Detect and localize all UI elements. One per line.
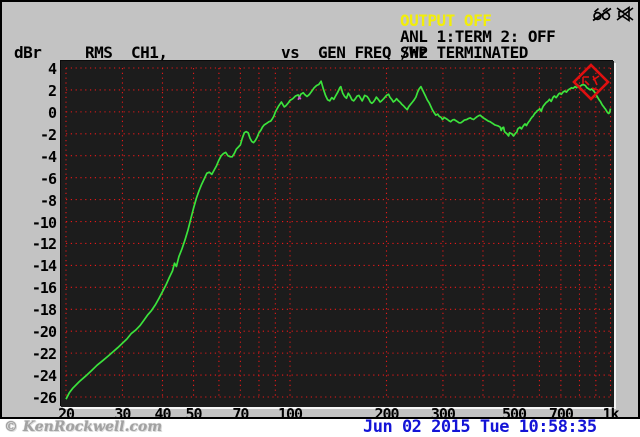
response-plot-svg — [61, 61, 614, 407]
vs-label: vs — [281, 45, 299, 60]
y-tick-label: -26 — [2, 391, 56, 406]
muted-headphones-icon — [592, 6, 612, 22]
trace-ch1 — [66, 81, 611, 399]
y-tick-label: 0 — [2, 106, 56, 121]
y-tick-label: -4 — [2, 150, 56, 165]
y-tick-label: -14 — [2, 259, 56, 274]
instrument-panel: OUTPUT OFF ANL 1:TERM 2: OFF SWP TERMINA… — [0, 0, 640, 419]
y-tick-label: -16 — [2, 281, 56, 296]
watermark: © KenRockwell.com — [4, 419, 162, 435]
y-tick-label: -10 — [2, 216, 56, 231]
muted-speaker-icon — [615, 6, 635, 22]
unit-label: dBr — [14, 45, 41, 60]
y-tick-label: -22 — [2, 347, 56, 362]
analyzer-status: ANL 1:TERM 2: OFF — [400, 29, 555, 44]
detector-label: RMS — [85, 45, 112, 60]
response-plot — [61, 61, 614, 407]
y-tick-label: -6 — [2, 172, 56, 187]
xaxis-title: GEN FREQ /Hz — [318, 45, 428, 60]
y-tick-label: -8 — [2, 194, 56, 209]
y-tick-label: -20 — [2, 325, 56, 340]
y-tick-label: 4 — [2, 62, 56, 77]
footer-band: © KenRockwell.com Jun 02 2015 Tue 10:58:… — [0, 419, 640, 436]
y-tick-label: -12 — [2, 237, 56, 252]
y-tick-label: -18 — [2, 303, 56, 318]
datetime: Jun 02 2015 Tue 10:58:35 — [363, 419, 597, 436]
channel-label: CH1, — [131, 45, 168, 60]
y-tick-label: -2 — [2, 128, 56, 143]
y-tick-label: -24 — [2, 369, 56, 384]
y-tick-label: 2 — [2, 84, 56, 99]
status-icon-group — [592, 6, 635, 22]
output-status: OUTPUT OFF — [400, 13, 491, 28]
trace-ch2 — [298, 97, 301, 100]
analyzer-screen: { "header": { "output_status": "OUTPUT O… — [0, 0, 640, 436]
rs-logo-diamond-icon — [568, 62, 614, 102]
